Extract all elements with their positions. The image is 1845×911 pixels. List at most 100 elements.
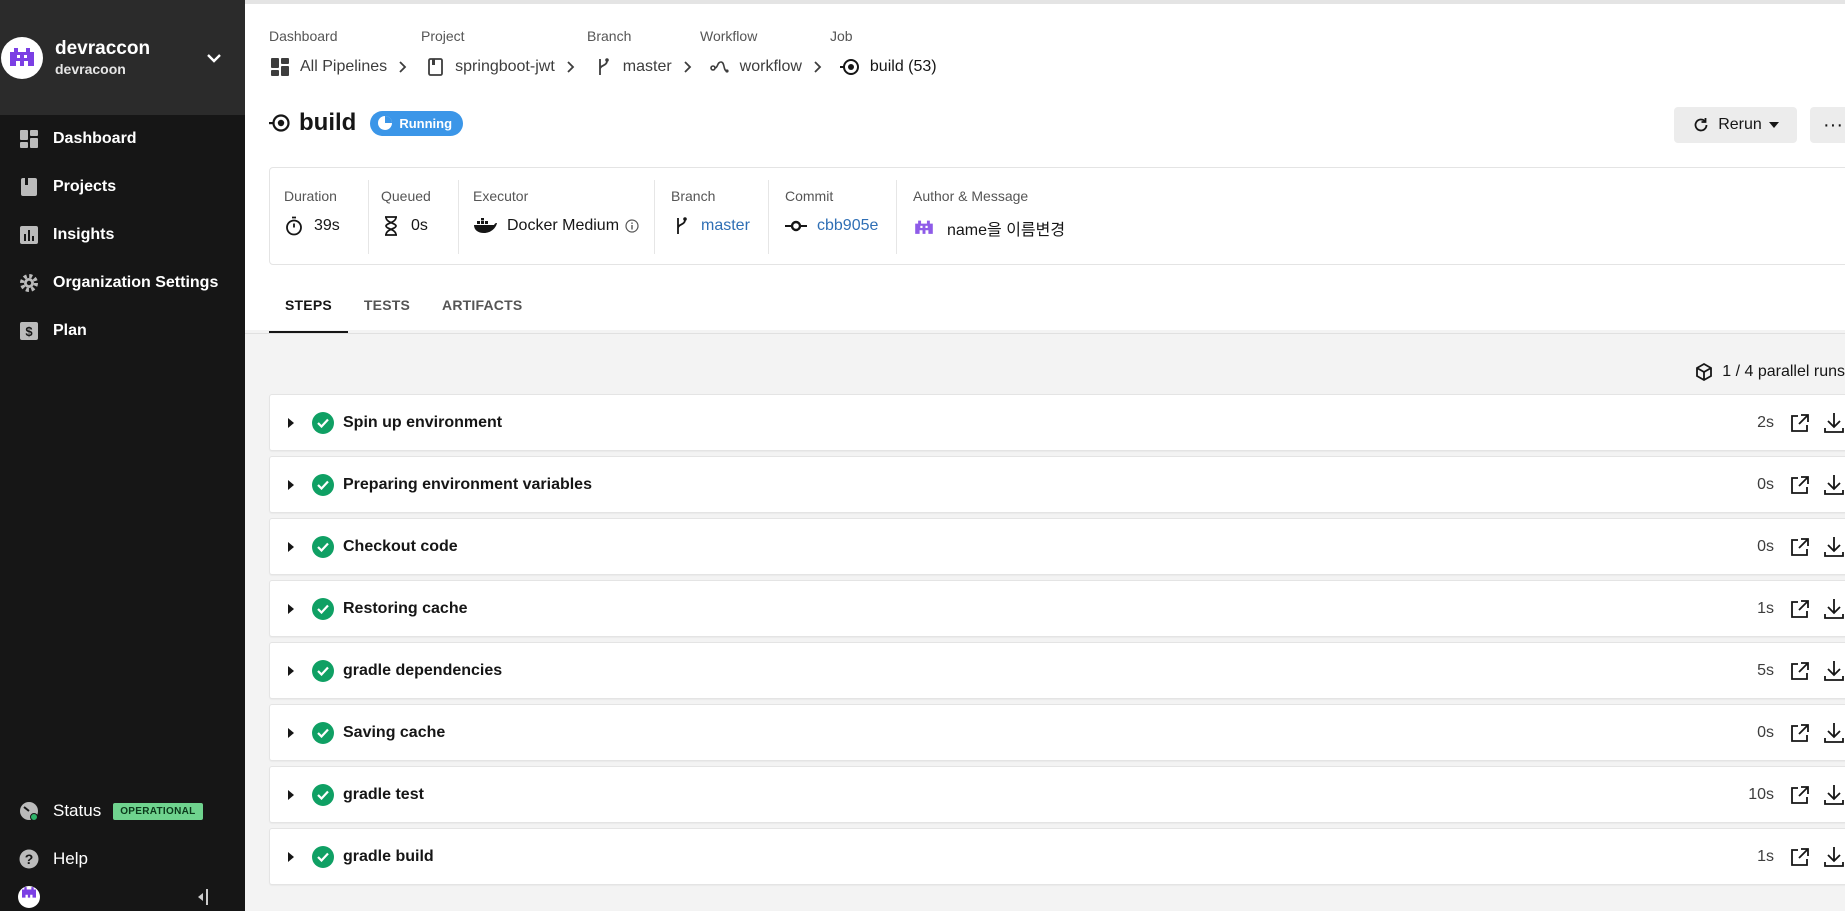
caret-right-icon[interactable] bbox=[288, 603, 300, 614]
download-icon[interactable] bbox=[1822, 845, 1845, 869]
step-duration: 0s bbox=[1757, 723, 1774, 741]
caret-right-icon[interactable] bbox=[288, 851, 300, 862]
projects-icon bbox=[19, 177, 39, 197]
gear-icon bbox=[19, 273, 39, 293]
crumb-label-dashboard: Dashboard bbox=[269, 28, 338, 44]
external-link-icon[interactable] bbox=[1789, 474, 1811, 496]
crumb-workflow[interactable]: workflow bbox=[709, 57, 802, 77]
step-row[interactable]: gradle test 10s bbox=[269, 766, 1845, 823]
duration-section: Duration 39s bbox=[284, 180, 368, 254]
external-link-icon[interactable] bbox=[1789, 722, 1811, 744]
step-name: Saving cache bbox=[343, 723, 446, 741]
info-icon[interactable] bbox=[625, 219, 639, 233]
commit-link[interactable]: cbb905e bbox=[817, 217, 878, 235]
crumb-text: workflow bbox=[739, 58, 802, 75]
org-subtitle: devracoon bbox=[55, 60, 126, 77]
status-badge-label: Running bbox=[399, 115, 453, 131]
steps-list: Spin up environment 2s Preparing environme… bbox=[269, 394, 1845, 890]
step-row[interactable]: Preparing environment variables 0s bbox=[269, 456, 1845, 513]
breadcrumb: All Pipelines springboot-jwt master work… bbox=[270, 57, 937, 77]
collapse-sidebar-icon[interactable] bbox=[195, 889, 209, 905]
download-icon[interactable] bbox=[1822, 659, 1845, 683]
sidebar-footer: Status OPERATIONAL ? Help bbox=[0, 787, 245, 911]
step-name: gradle dependencies bbox=[343, 661, 503, 679]
author-label: Author & Message bbox=[913, 188, 1029, 204]
parallel-runs-selector[interactable]: 1 / 4 parallel runs bbox=[1694, 362, 1845, 382]
step-row[interactable]: gradle dependencies 5s bbox=[269, 642, 1845, 699]
sidebar-item-projects[interactable]: Projects bbox=[0, 163, 245, 211]
avatar bbox=[913, 218, 935, 238]
branch-icon bbox=[593, 57, 613, 77]
caret-right-icon[interactable] bbox=[288, 789, 300, 800]
download-icon[interactable] bbox=[1822, 597, 1845, 621]
download-icon[interactable] bbox=[1822, 473, 1845, 497]
crumb-label-project: Project bbox=[421, 28, 465, 44]
chevron-right-icon bbox=[567, 61, 579, 73]
status-link[interactable]: Status OPERATIONAL bbox=[0, 787, 245, 835]
branch-link[interactable]: master bbox=[701, 217, 750, 235]
download-icon[interactable] bbox=[1822, 535, 1845, 559]
chevron-right-icon bbox=[399, 61, 411, 73]
org-avatar bbox=[1, 36, 43, 79]
download-icon[interactable] bbox=[1822, 783, 1845, 807]
success-icon bbox=[312, 659, 334, 682]
sidebar-item-dashboard[interactable]: Dashboard bbox=[0, 115, 245, 163]
step-duration: 10s bbox=[1748, 785, 1774, 803]
project-icon bbox=[425, 57, 445, 77]
step-row[interactable]: Checkout code 0s bbox=[269, 518, 1845, 575]
tab-artifacts[interactable]: ARTIFACTS bbox=[426, 289, 538, 334]
author-section: Author & Message name을 이름변경 bbox=[896, 180, 1156, 254]
queued-section: Queued 0s bbox=[368, 180, 458, 254]
step-duration: 5s bbox=[1757, 661, 1774, 679]
avatar[interactable] bbox=[18, 886, 40, 908]
caret-right-icon[interactable] bbox=[288, 727, 300, 738]
svg-text:$: $ bbox=[25, 324, 33, 339]
step-row[interactable]: Saving cache 0s bbox=[269, 704, 1845, 761]
job-tabs: STEPS TESTS ARTIFACTS bbox=[269, 289, 538, 334]
external-link-icon[interactable] bbox=[1789, 598, 1811, 620]
caret-right-icon[interactable] bbox=[288, 417, 300, 428]
status-badge: OPERATIONAL bbox=[113, 802, 203, 820]
dashboard-icon bbox=[270, 57, 290, 77]
step-row[interactable]: Restoring cache 1s bbox=[269, 580, 1845, 637]
success-icon bbox=[312, 845, 334, 868]
chevron-down-icon[interactable] bbox=[205, 49, 223, 67]
rerun-button[interactable]: Rerun bbox=[1674, 107, 1797, 143]
sidebar-item-insights[interactable]: Insights bbox=[0, 211, 245, 259]
step-row[interactable]: gradle build 1s bbox=[269, 828, 1845, 885]
caret-right-icon[interactable] bbox=[288, 665, 300, 676]
step-row[interactable]: Spin up environment 2s bbox=[269, 394, 1845, 451]
commit-section: Commit cbb905e bbox=[768, 180, 896, 254]
sidebar-item-label: Projects bbox=[53, 178, 117, 195]
caret-right-icon[interactable] bbox=[288, 479, 300, 490]
queued-value: 0s bbox=[411, 217, 428, 234]
step-name: Restoring cache bbox=[343, 599, 468, 617]
crumb-job[interactable]: build (53) bbox=[839, 57, 937, 77]
external-link-icon[interactable] bbox=[1789, 784, 1811, 806]
divider bbox=[245, 333, 1845, 334]
more-actions-button[interactable]: ··· bbox=[1810, 107, 1845, 143]
caret-right-icon[interactable] bbox=[288, 541, 300, 552]
cube-icon bbox=[1696, 362, 1713, 382]
help-label: Help bbox=[53, 849, 88, 868]
download-icon[interactable] bbox=[1822, 721, 1845, 745]
branch-label: Branch bbox=[671, 188, 716, 204]
external-link-icon[interactable] bbox=[1789, 412, 1811, 434]
download-icon[interactable] bbox=[1822, 411, 1845, 435]
tab-tests[interactable]: TESTS bbox=[348, 289, 426, 334]
org-switcher[interactable]: devraccon devracoon bbox=[0, 0, 245, 115]
external-link-icon[interactable] bbox=[1789, 846, 1811, 868]
help-link[interactable]: ? Help bbox=[0, 835, 245, 883]
executor-section: Executor Docker Medium bbox=[458, 180, 654, 254]
step-duration: 0s bbox=[1757, 537, 1774, 555]
crumb-branch[interactable]: master bbox=[593, 57, 672, 77]
crumb-project[interactable]: springboot-jwt bbox=[425, 57, 555, 77]
crumb-all-pipelines[interactable]: All Pipelines bbox=[270, 57, 387, 77]
sidebar-item-plan[interactable]: $ Plan bbox=[0, 307, 245, 355]
external-link-icon[interactable] bbox=[1789, 660, 1811, 682]
external-link-icon[interactable] bbox=[1789, 536, 1811, 558]
sidebar-item-organization-settings[interactable]: Organization Settings bbox=[0, 259, 245, 307]
duration-label: Duration bbox=[284, 188, 337, 204]
success-icon bbox=[312, 783, 334, 806]
tab-steps[interactable]: STEPS bbox=[269, 289, 348, 334]
